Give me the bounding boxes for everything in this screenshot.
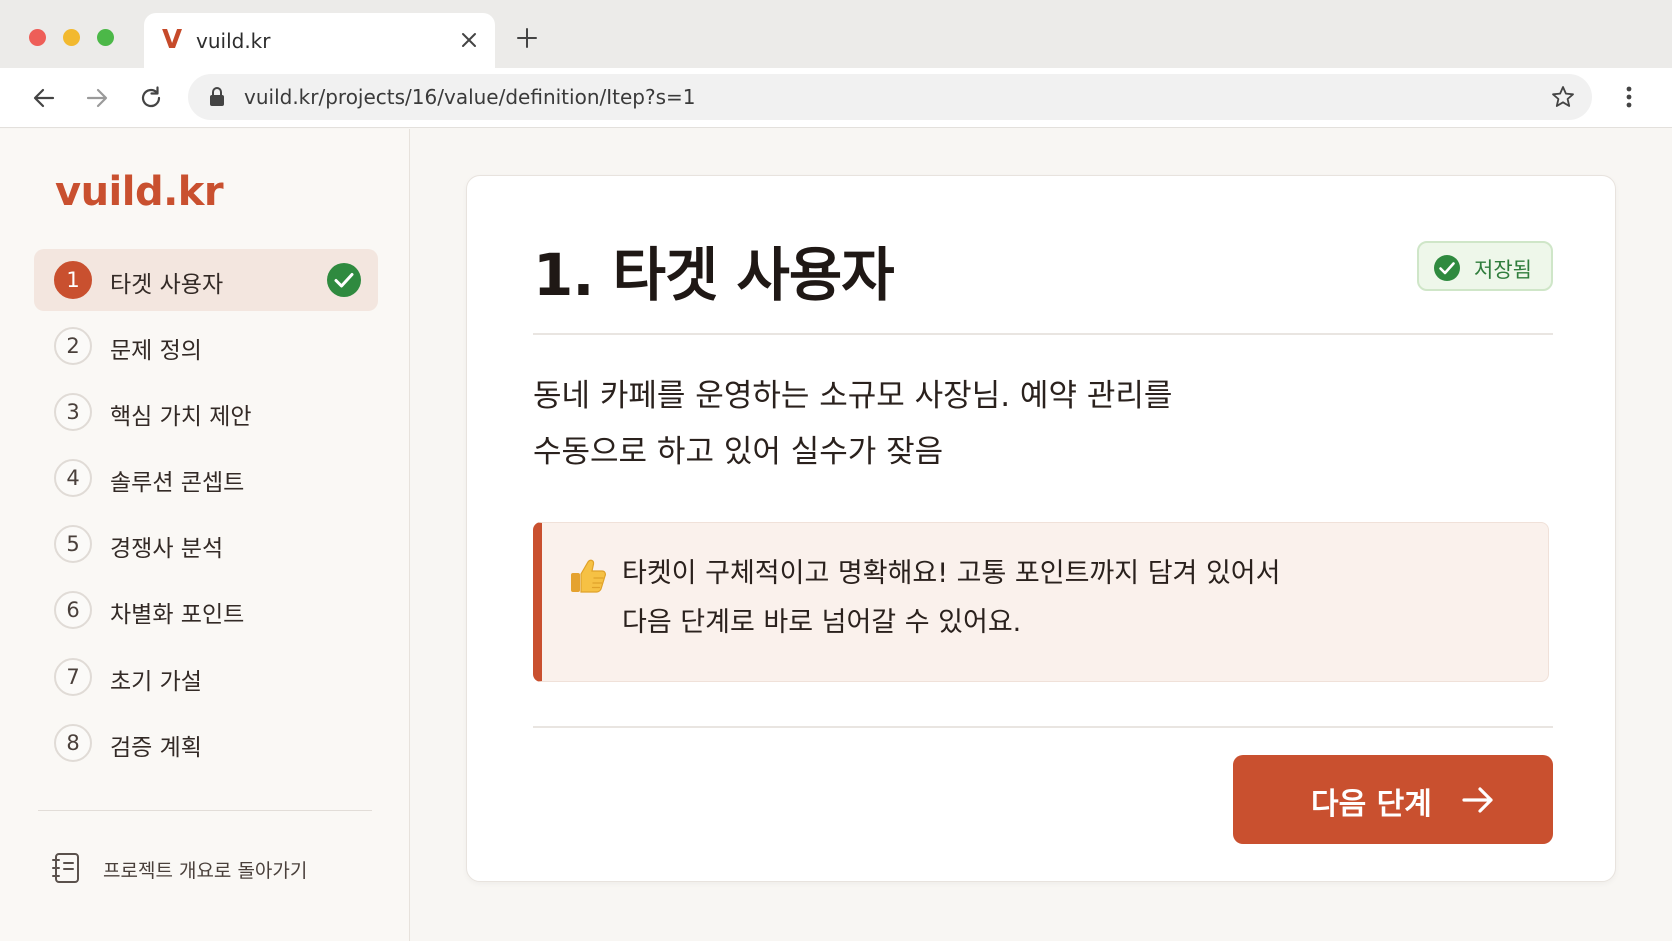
step-label: 경쟁사 분석 — [110, 536, 224, 562]
step-number: 1 — [54, 261, 92, 299]
favicon-icon: V — [162, 25, 183, 55]
more-vert-icon[interactable] — [1617, 82, 1641, 112]
tab-strip: V vuild.kr — [0, 0, 1672, 68]
step-label: 문제 정의 — [110, 338, 202, 364]
step-number: 4 — [54, 459, 92, 497]
browser-window: V vuild.kr vuild.kr/projects/16/value/de… — [0, 0, 1672, 941]
window-maximize-control[interactable] — [97, 29, 114, 46]
step-number: 6 — [54, 591, 92, 629]
check-circle-icon — [326, 262, 362, 298]
step-label: 타겟 사용자 — [110, 272, 224, 298]
step-number: 2 — [54, 327, 92, 365]
check-circle-icon — [1433, 254, 1461, 282]
feedback-line: 다음 단계로 바로 넘어갈 수 있어요. — [622, 607, 1022, 638]
document-list-icon — [52, 851, 82, 885]
reload-icon[interactable] — [137, 84, 165, 112]
description-line: 동네 카페를 운영하는 소규모 사장님. 예약 관리를 — [533, 378, 1173, 414]
next-step-label: 다음 단계 — [1311, 787, 1432, 822]
step-number: 5 — [54, 525, 92, 563]
sidebar: vuild.kr 1 타겟 사용자 2 문제 정의 3 핵심 가치 제안 4 솔… — [0, 129, 410, 941]
sidebar-step-1[interactable]: 1 타겟 사용자 — [34, 249, 378, 311]
sidebar-step-6[interactable]: 6 차별화 포인트 — [34, 579, 378, 641]
step-label: 솔루션 콘셉트 — [110, 470, 245, 496]
browser-toolbar: vuild.kr/projects/16/value/definition/It… — [0, 68, 1672, 128]
thumbs-up-icon — [568, 556, 608, 596]
status-badge: 저장됨 — [1417, 241, 1553, 291]
url-text[interactable]: vuild.kr/projects/16/value/definition/It… — [244, 85, 695, 109]
description-line: 수동으로 하고 있어 실수가 잦음 — [533, 434, 944, 470]
plus-icon[interactable] — [515, 26, 539, 50]
feedback-line: 타켓이 구체적이고 명확해요! 고통 포인트까지 담겨 있어서 — [622, 558, 1281, 589]
star-icon[interactable] — [1550, 84, 1576, 110]
sidebar-step-3[interactable]: 3 핵심 가치 제안 — [34, 381, 378, 443]
next-step-button[interactable]: 다음 단계 — [1233, 755, 1553, 844]
sidebar-step-8[interactable]: 8 검증 계획 — [34, 712, 378, 774]
arrow-right-icon — [1461, 784, 1495, 816]
step-number: 8 — [54, 724, 92, 762]
lock-icon — [208, 86, 226, 108]
feedback-callout: 타켓이 구체적이고 명확해요! 고통 포인트까지 담겨 있어서 다음 단계로 바… — [533, 522, 1549, 682]
back-to-overview-link[interactable]: 프로젝트 개요로 돌아가기 — [52, 847, 352, 887]
brand-logo[interactable]: vuild.kr — [55, 169, 224, 215]
close-icon[interactable] — [456, 27, 482, 53]
sidebar-divider — [38, 810, 372, 811]
step-label: 초기 가설 — [110, 669, 202, 695]
target-user-description: 동네 카페를 운영하는 소규모 사장님. 예약 관리를 수동으로 하고 있어 실… — [533, 368, 1233, 480]
status-badge-label: 저장됨 — [1474, 258, 1532, 282]
sidebar-step-4[interactable]: 4 솔루션 콘셉트 — [34, 447, 378, 509]
step-number: 3 — [54, 393, 92, 431]
address-bar[interactable]: vuild.kr/projects/16/value/definition/It… — [188, 74, 1592, 120]
step-label: 핵심 가치 제안 — [110, 404, 252, 430]
divider — [533, 333, 1553, 335]
feedback-text: 타켓이 구체적이고 명확해요! 고통 포인트까지 담겨 있어서 다음 단계로 바… — [622, 549, 1422, 647]
back-link-label: 프로젝트 개요로 돌아가기 — [103, 860, 308, 882]
forward-arrow-icon[interactable] — [83, 84, 111, 112]
window-minimize-control[interactable] — [63, 29, 80, 46]
step-label: 검증 계획 — [110, 735, 202, 761]
step-label: 차별화 포인트 — [110, 602, 245, 628]
divider — [533, 726, 1553, 728]
window-close-control[interactable] — [29, 29, 46, 46]
browser-tab[interactable]: V vuild.kr — [144, 13, 495, 68]
sidebar-step-7[interactable]: 7 초기 가설 — [34, 646, 378, 708]
back-arrow-icon[interactable] — [30, 84, 58, 112]
tab-title: vuild.kr — [196, 29, 271, 53]
step-card: 1. 타겟 사용자 저장됨 동네 카페를 운영하는 소규모 사장님. 예약 관리… — [466, 175, 1616, 882]
sidebar-step-5[interactable]: 5 경쟁사 분석 — [34, 513, 378, 575]
page-title: 1. 타겟 사용자 — [533, 241, 895, 309]
step-number: 7 — [54, 658, 92, 696]
sidebar-step-2[interactable]: 2 문제 정의 — [34, 315, 378, 377]
